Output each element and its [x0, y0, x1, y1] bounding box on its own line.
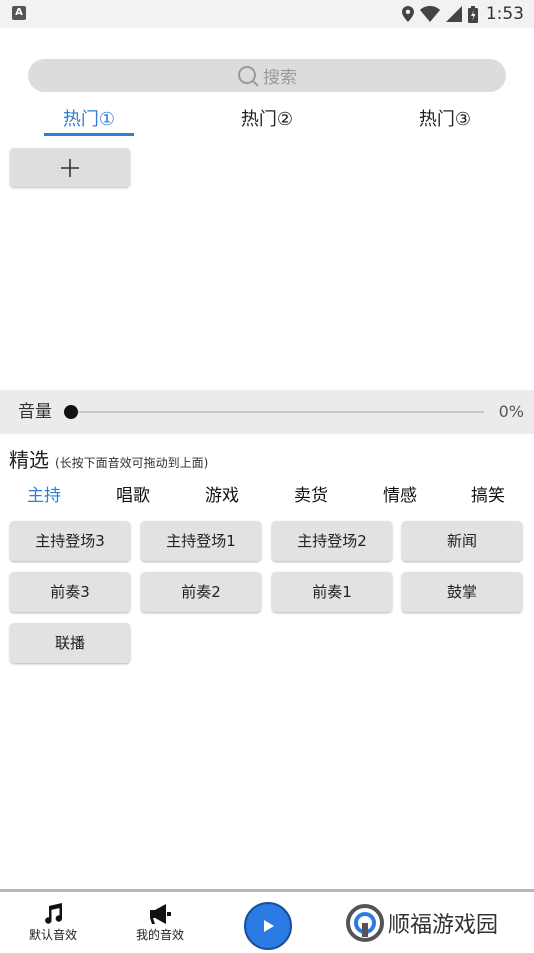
play-icon: [264, 920, 274, 932]
nav-my-sounds-label: 我的音效: [135, 928, 184, 942]
featured-title: 精选: [9, 448, 49, 472]
sound-button[interactable]: 主持登场2: [272, 521, 392, 561]
brand-logo-icon: [346, 904, 384, 942]
bottom-nav: 默认音效 我的音效 顺福游戏园: [0, 889, 534, 953]
volume-slider-thumb[interactable]: [64, 405, 78, 419]
status-icons: 1:53: [401, 3, 524, 25]
sound-button[interactable]: 前奏3: [10, 572, 130, 612]
sound-button[interactable]: 新闻: [402, 521, 522, 561]
category-funny[interactable]: 搞笑: [471, 482, 505, 510]
category-host[interactable]: 主持: [27, 482, 61, 510]
hot-tabs: 热门① 热门② 热门③: [0, 104, 534, 138]
plus-icon: [61, 158, 79, 177]
volume-value: 0%: [498, 402, 524, 421]
category-tabs: 主持 唱歌 游戏 卖货 情感 搞笑: [0, 482, 534, 510]
status-bar: A 1:53: [0, 0, 534, 28]
nav-my-sounds[interactable]: 我的音效: [120, 902, 200, 943]
category-emotion[interactable]: 情感: [383, 482, 417, 510]
featured-header: 精选 (长按下面音效可拖动到上面): [9, 444, 209, 472]
wifi-icon: [419, 6, 440, 22]
category-game[interactable]: 游戏: [205, 482, 239, 510]
brand-text: 顺福游戏园: [388, 913, 499, 938]
category-singing[interactable]: 唱歌: [116, 482, 150, 510]
featured-hint: (长按下面音效可拖动到上面): [55, 456, 209, 470]
location-icon: [401, 6, 414, 22]
nav-default-sounds[interactable]: 默认音效: [13, 902, 93, 943]
volume-bar: 音量 0%: [0, 390, 534, 434]
tab-hot-2[interactable]: 热门②: [222, 104, 312, 138]
search-input[interactable]: 搜索: [28, 59, 506, 92]
tab-hot-3[interactable]: 热门③: [400, 104, 490, 138]
sound-button[interactable]: 前奏1: [272, 572, 392, 612]
search-icon: [238, 65, 259, 87]
sound-button[interactable]: 主持登场3: [10, 521, 130, 561]
brand-watermark: 顺福游戏园: [346, 904, 498, 942]
battery-icon: [467, 5, 478, 23]
category-selling[interactable]: 卖货: [294, 482, 328, 510]
search-placeholder: 搜索: [263, 68, 297, 88]
sound-button[interactable]: 鼓掌: [402, 572, 522, 612]
nav-default-sounds-label: 默认音效: [28, 928, 77, 942]
sound-button[interactable]: 主持登场1: [141, 521, 261, 561]
add-sound-button[interactable]: [10, 148, 130, 187]
volume-slider[interactable]: [70, 411, 484, 413]
play-button[interactable]: [244, 902, 292, 950]
music-note-icon: [45, 903, 63, 924]
notification-icon: A: [12, 6, 26, 20]
sound-button[interactable]: 前奏2: [141, 572, 261, 612]
signal-icon: [445, 6, 462, 22]
sound-button[interactable]: 联播: [10, 623, 130, 663]
volume-label: 音量: [18, 402, 52, 422]
tab-hot-1[interactable]: 热门①: [44, 104, 134, 138]
megaphone-icon: [150, 904, 171, 924]
clock: 1:53: [485, 4, 524, 24]
